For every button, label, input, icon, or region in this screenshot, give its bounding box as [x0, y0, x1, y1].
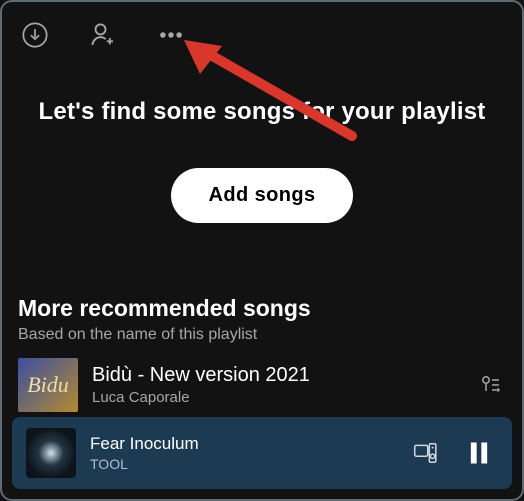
pause-button[interactable]: [460, 434, 498, 472]
recommended-title: More recommended songs: [18, 295, 506, 322]
add-user-icon[interactable]: [86, 18, 120, 52]
recommended-section: More recommended songs Based on the name…: [0, 295, 524, 412]
playlist-toolbar: [0, 12, 524, 52]
recommended-track-row[interactable]: Bidu Bidù - New version 2021 Luca Capora…: [18, 358, 506, 412]
more-options-icon[interactable]: [154, 18, 188, 52]
find-songs-heading: Let's find some songs for your playlist: [0, 98, 524, 126]
add-to-queue-icon[interactable]: [476, 370, 506, 400]
track-artist: Luca Caporale: [92, 389, 462, 406]
track-title: Bidù - New version 2021: [92, 364, 462, 387]
now-playing-artist: TOOL: [90, 456, 396, 472]
album-art: Bidu: [18, 358, 78, 412]
download-icon[interactable]: [18, 18, 52, 52]
now-playing-title: Fear Inoculum: [90, 434, 396, 454]
now-playing-art: [26, 428, 76, 478]
devices-icon[interactable]: [410, 438, 440, 468]
add-songs-button[interactable]: Add songs: [171, 168, 354, 223]
recommended-subtitle: Based on the name of this playlist: [18, 326, 506, 344]
now-playing-bar[interactable]: Fear Inoculum TOOL: [12, 417, 512, 489]
